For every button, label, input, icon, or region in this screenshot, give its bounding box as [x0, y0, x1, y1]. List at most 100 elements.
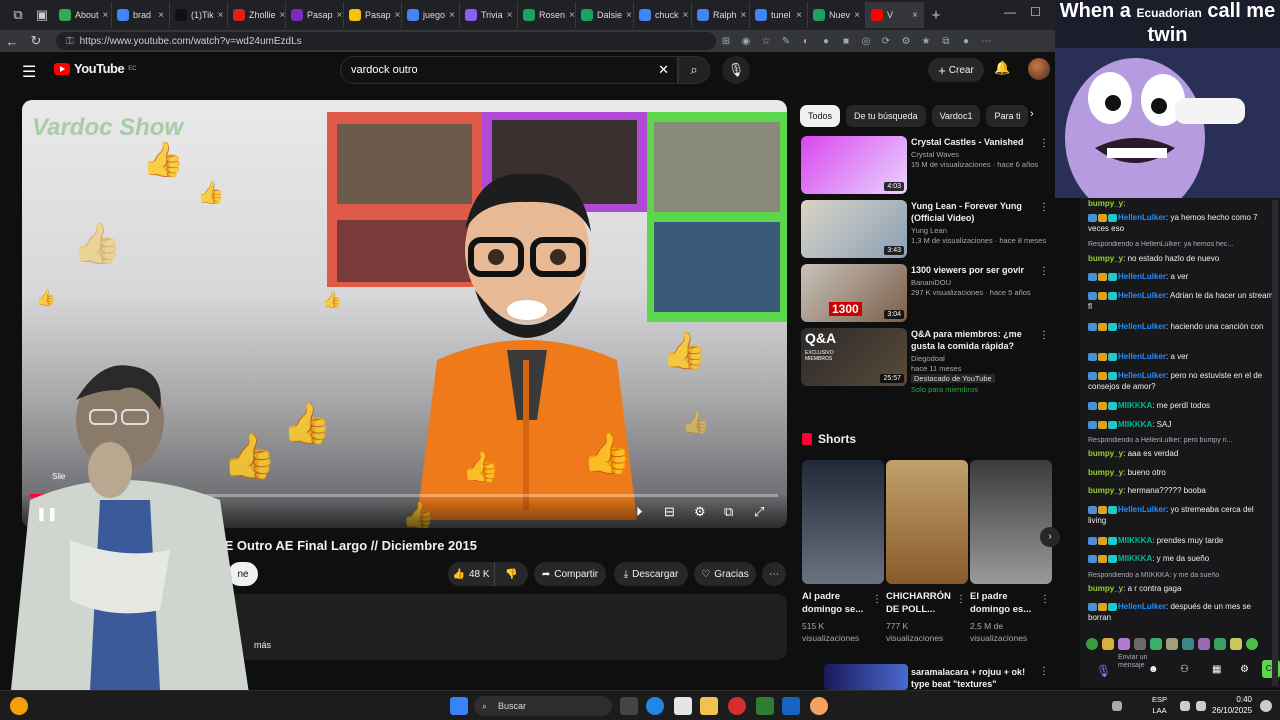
- browser-tab[interactable]: Ralph ×: [692, 2, 750, 28]
- vertical-tabs-icon[interactable]: ▣: [30, 7, 54, 23]
- chat-username[interactable]: MIIKKKA: [1118, 420, 1152, 429]
- recommendation-item[interactable]: 1300 3:04 1300 viewers por ser govir Banani…: [800, 264, 1055, 324]
- chat-username[interactable]: MIIKKKA: [1118, 401, 1152, 410]
- close-tab-icon[interactable]: ×: [280, 10, 285, 21]
- close-tab-icon[interactable]: ×: [683, 10, 689, 21]
- pause-button[interactable]: ❚❚: [36, 506, 58, 522]
- shorts-next-icon[interactable]: ›: [1040, 527, 1060, 547]
- close-tab-icon[interactable]: ×: [103, 10, 109, 21]
- emote-icon[interactable]: [1102, 638, 1114, 650]
- voice-search-button[interactable]: 🎙: [722, 56, 750, 84]
- chat-username[interactable]: HellenLulker: [1118, 352, 1166, 361]
- close-tab-icon[interactable]: ×: [337, 10, 343, 21]
- autoplay-toggle[interactable]: ⏵: [636, 504, 643, 520]
- url-field[interactable]: ⚿ https://www.youtube.com/watch?v=wd24um…: [56, 32, 716, 50]
- tray-chevron-icon[interactable]: [1112, 701, 1122, 711]
- emote-icon[interactable]: [1198, 638, 1210, 650]
- reload-icon[interactable]: ↻: [24, 33, 48, 49]
- chat-rewards-icon[interactable]: ▦: [1212, 664, 1221, 675]
- filter-chip[interactable]: Vardoc1: [931, 105, 981, 127]
- chat-scrollbar[interactable]: [1272, 200, 1278, 686]
- extension-icon[interactable]: ◐: [796, 36, 816, 47]
- extension-icon[interactable]: ■: [836, 36, 856, 47]
- store-icon[interactable]: [674, 697, 692, 715]
- tracking-icon[interactable]: ◉: [736, 36, 756, 47]
- volume-icon[interactable]: [1196, 701, 1206, 711]
- like-button[interactable]: 👍 48 K: [448, 562, 494, 586]
- chat-username[interactable]: HellenLulker: [1118, 371, 1166, 380]
- browser-tab[interactable]: Dalsie ×: [576, 2, 634, 28]
- browser-tab[interactable]: (1)Tik ×: [170, 2, 228, 28]
- more-icon[interactable]: ⋮: [1039, 138, 1049, 149]
- emote-icon[interactable]: [1150, 638, 1162, 650]
- app-icon[interactable]: [728, 697, 746, 715]
- more-icon[interactable]: ⋮: [1039, 266, 1049, 277]
- browser-tab[interactable]: brad ×: [112, 2, 170, 28]
- close-tab-icon[interactable]: ×: [741, 10, 747, 21]
- emote-icon[interactable]: [1134, 638, 1146, 650]
- minimize-button[interactable]: —: [1004, 5, 1016, 19]
- close-tab-icon[interactable]: ×: [912, 10, 918, 21]
- emote-icon[interactable]: [1118, 638, 1130, 650]
- recommendation-item[interactable]: 3:43 Yung Lean - Forever Yung (Official V…: [800, 200, 1055, 260]
- thanks-button[interactable]: ♡ Gracias: [694, 562, 756, 586]
- app-icon[interactable]: [810, 697, 828, 715]
- chat-username[interactable]: bumpy_y: [1088, 449, 1123, 458]
- chat-username[interactable]: bumpy_y: [1088, 486, 1123, 495]
- emote-icon[interactable]: [1182, 638, 1194, 650]
- more-icon[interactable]: ⋮: [1039, 202, 1049, 213]
- notifications-icon[interactable]: 🔔: [994, 60, 1010, 76]
- close-tab-icon[interactable]: ×: [569, 10, 575, 21]
- close-tab-icon[interactable]: ×: [218, 10, 224, 21]
- browser-tab[interactable]: chuck ×: [634, 2, 692, 28]
- search-input[interactable]: vardock outro ✕: [340, 56, 678, 84]
- more-icon[interactable]: ⋮: [1040, 594, 1050, 605]
- short-title[interactable]: El padre domingo es...: [970, 590, 1042, 616]
- filter-chip[interactable]: Todos: [800, 105, 841, 127]
- chat-username[interactable]: HellenLulker: [1118, 272, 1166, 281]
- menu-icon[interactable]: ☰: [22, 62, 36, 82]
- new-tab-button[interactable]: +: [924, 7, 948, 24]
- recommendation-item[interactable]: saramalacara + rojuu + ok! type beat "te…: [800, 664, 1055, 692]
- browser-tab[interactable]: Trivia ×: [460, 2, 518, 28]
- back-icon[interactable]: ←: [0, 34, 24, 49]
- short-title[interactable]: CHICHARRÓN DE POLL...: [886, 590, 958, 616]
- tab-actions-icon[interactable]: ⧉: [6, 7, 30, 23]
- emote-icon[interactable]: [1230, 638, 1242, 650]
- more-icon[interactable]: ⋮: [1039, 666, 1049, 677]
- task-view-icon[interactable]: [620, 697, 638, 715]
- browser-tab[interactable]: Pasap ×: [286, 2, 344, 28]
- bits-icon[interactable]: ⚇: [1180, 664, 1189, 675]
- recommendation-item[interactable]: Q&A EXCLUSIVO MIEMBROS 25:57 Q&A para miemb…: [800, 328, 1055, 394]
- favorite-icon[interactable]: ☆: [756, 36, 776, 47]
- chips-next-icon[interactable]: ›: [1030, 108, 1034, 120]
- chat-username[interactable]: MIIKKKA: [1118, 536, 1152, 545]
- extension-icon[interactable]: ⟳: [876, 36, 896, 47]
- close-tab-icon[interactable]: ×: [395, 10, 401, 21]
- browser-tab[interactable]: Pasap ×: [344, 2, 402, 28]
- more-icon[interactable]: ⋮: [1039, 330, 1049, 341]
- notifications-icon[interactable]: [1260, 700, 1272, 712]
- emote-icon[interactable]: [1214, 638, 1226, 650]
- chat-username[interactable]: MIIKKKA: [1118, 554, 1152, 563]
- chat-username[interactable]: HellenLulker: [1118, 602, 1166, 611]
- short-thumbnail[interactable]: [802, 460, 884, 584]
- more-actions-button[interactable]: ⋯: [762, 562, 786, 586]
- start-icon[interactable]: [450, 697, 468, 715]
- explorer-icon[interactable]: [700, 697, 718, 715]
- filter-chip[interactable]: De tu búsqueda: [846, 105, 926, 127]
- browser-tab[interactable]: tunel ×: [750, 2, 808, 28]
- profile-icon[interactable]: ●: [956, 36, 976, 47]
- network-icon[interactable]: [1180, 701, 1190, 711]
- app-icon[interactable]: [782, 697, 800, 715]
- search-button[interactable]: ⌕: [678, 56, 710, 84]
- more-icon[interactable]: ⋮: [956, 594, 966, 605]
- browser-tab[interactable]: juego ×: [402, 2, 460, 28]
- emote-picker-icon[interactable]: ☻: [1148, 664, 1159, 675]
- close-tab-icon[interactable]: ×: [796, 10, 802, 21]
- browser-tab[interactable]: Zhollie ×: [228, 2, 286, 28]
- menu-icon[interactable]: ⋯: [976, 36, 996, 47]
- chat-username[interactable]: bumpy_y: [1088, 468, 1123, 477]
- recommendation-item[interactable]: 4:03 Crystal Castles - Vanished Crystal Wa…: [800, 136, 1055, 196]
- emote-icon[interactable]: [1166, 638, 1178, 650]
